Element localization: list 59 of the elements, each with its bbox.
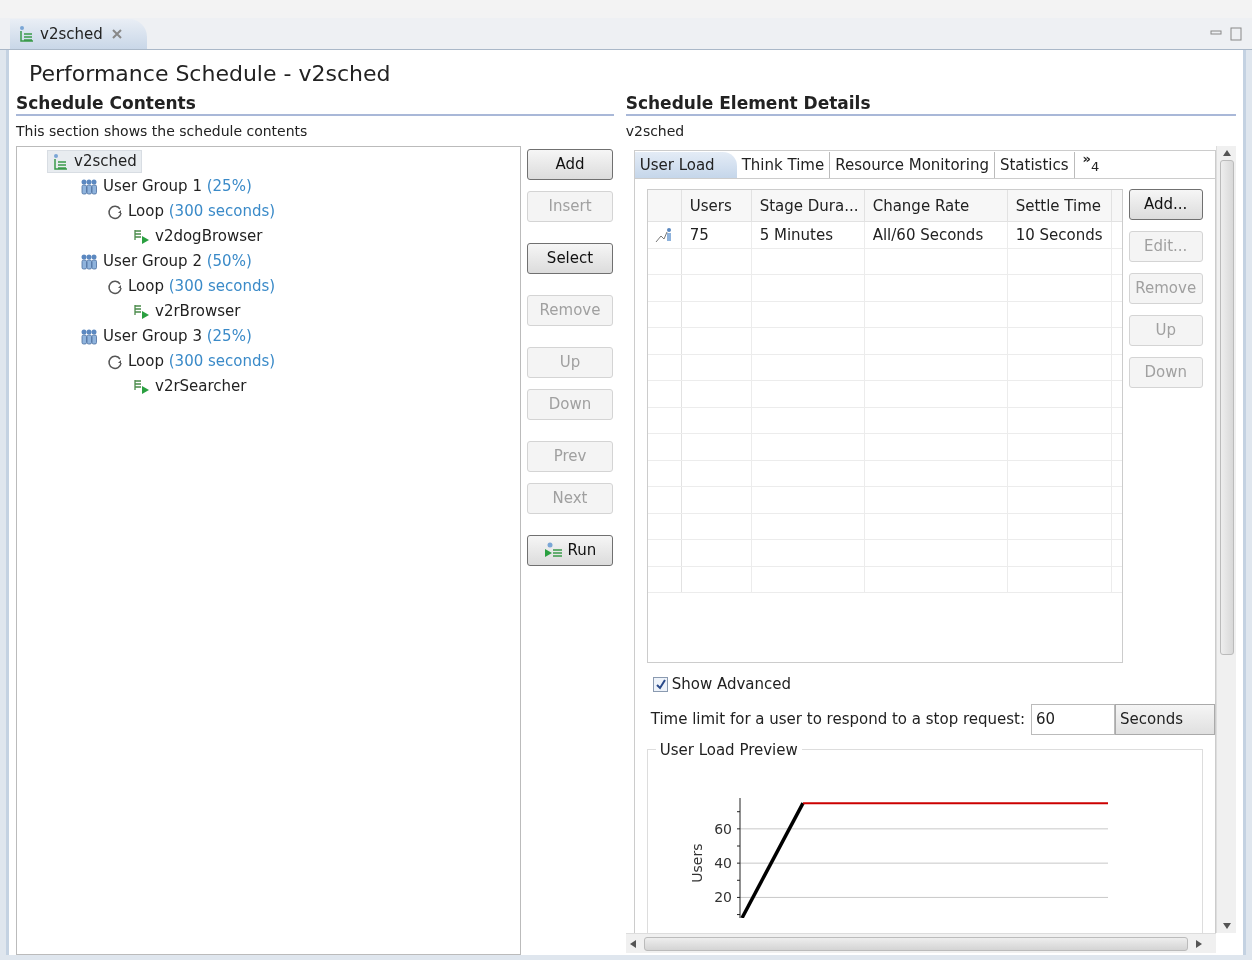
close-icon[interactable] <box>110 28 123 40</box>
test-icon <box>133 377 151 396</box>
tree-item[interactable]: User Group 2 (50%) <box>74 250 257 273</box>
run-button[interactable]: Run <box>527 535 613 566</box>
column-header[interactable]: Stage Dura... <box>751 190 865 221</box>
column-header[interactable]: Settle Time <box>1007 190 1112 221</box>
checkbox-label: Show Advanced <box>671 673 792 695</box>
tree-item[interactable]: Loop (300 seconds) <box>101 350 281 373</box>
tree-item[interactable]: v2rSearcher <box>128 375 252 398</box>
horizontal-scrollbar[interactable] <box>625 933 1216 953</box>
check-icon <box>654 678 666 690</box>
test-icon <box>133 227 151 246</box>
tree-item[interactable]: Loop (300 seconds) <box>101 200 281 223</box>
section-heading: Schedule Element Details <box>625 90 1236 116</box>
column-header[interactable]: Change Rate <box>864 190 1008 221</box>
scroll-up-icon[interactable] <box>1222 150 1231 156</box>
table-cell: 5 Minutes <box>751 222 865 248</box>
user-group-icon <box>79 252 99 271</box>
more-tabs-button[interactable]: »4 <box>1074 152 1108 178</box>
tree-item[interactable]: v2rBrowser <box>128 300 246 323</box>
axis-title: Users <box>688 843 705 883</box>
tab[interactable]: Statistics <box>994 152 1075 178</box>
tick-label: 60 <box>713 820 732 837</box>
unit-dropdown[interactable]: Seconds <box>1115 703 1215 735</box>
field-label: Time limit for a user to respond to a stop request: <box>650 708 1025 730</box>
tab[interactable]: User Load <box>634 152 737 178</box>
element-name: v2sched <box>625 122 686 141</box>
checkbox[interactable] <box>652 676 668 692</box>
tick-label: 20 <box>713 889 732 906</box>
table-cell: 75 <box>681 222 752 248</box>
section-heading: Schedule Contents <box>16 90 614 116</box>
time-limit-field[interactable]: 60 <box>1031 703 1115 735</box>
scroll-down-icon[interactable] <box>1222 923 1231 929</box>
action-button[interactable]: Add <box>527 149 613 180</box>
editor-tab[interactable]: v2sched <box>10 19 147 49</box>
tree-item[interactable]: User Group 1 (25%) <box>74 175 257 198</box>
schedule-icon <box>18 25 36 43</box>
tab[interactable]: Resource Monitoring <box>830 152 995 178</box>
tick-label: 40 <box>713 855 732 872</box>
section-description: This section shows the schedule contents <box>16 122 309 141</box>
table-cell: 10 Seconds <box>1007 222 1112 248</box>
tree-item[interactable]: v2sched <box>47 150 142 173</box>
user-group-icon <box>79 327 99 346</box>
test-icon <box>133 302 151 321</box>
vertical-scrollbar[interactable] <box>1216 146 1236 933</box>
run-icon <box>543 541 564 560</box>
scroll-right-icon[interactable] <box>1196 939 1202 948</box>
tree-item[interactable]: User Group 3 (25%) <box>74 325 257 348</box>
table-cell: All/60 Seconds <box>864 222 1008 248</box>
user-group-icon <box>79 177 99 196</box>
page-title: Performance Schedule - v2sched <box>28 60 392 88</box>
schedule-icon <box>52 152 70 171</box>
tab[interactable]: Think Time <box>736 152 831 178</box>
action-button[interactable]: Add... <box>1128 189 1203 220</box>
column-header[interactable]: Users <box>681 190 752 221</box>
scroll-left-icon[interactable] <box>629 939 636 948</box>
tree-item[interactable]: Loop (300 seconds) <box>101 275 281 298</box>
action-button[interactable]: Select <box>527 243 613 274</box>
tree-item[interactable]: v2dogBrowser <box>128 225 268 248</box>
